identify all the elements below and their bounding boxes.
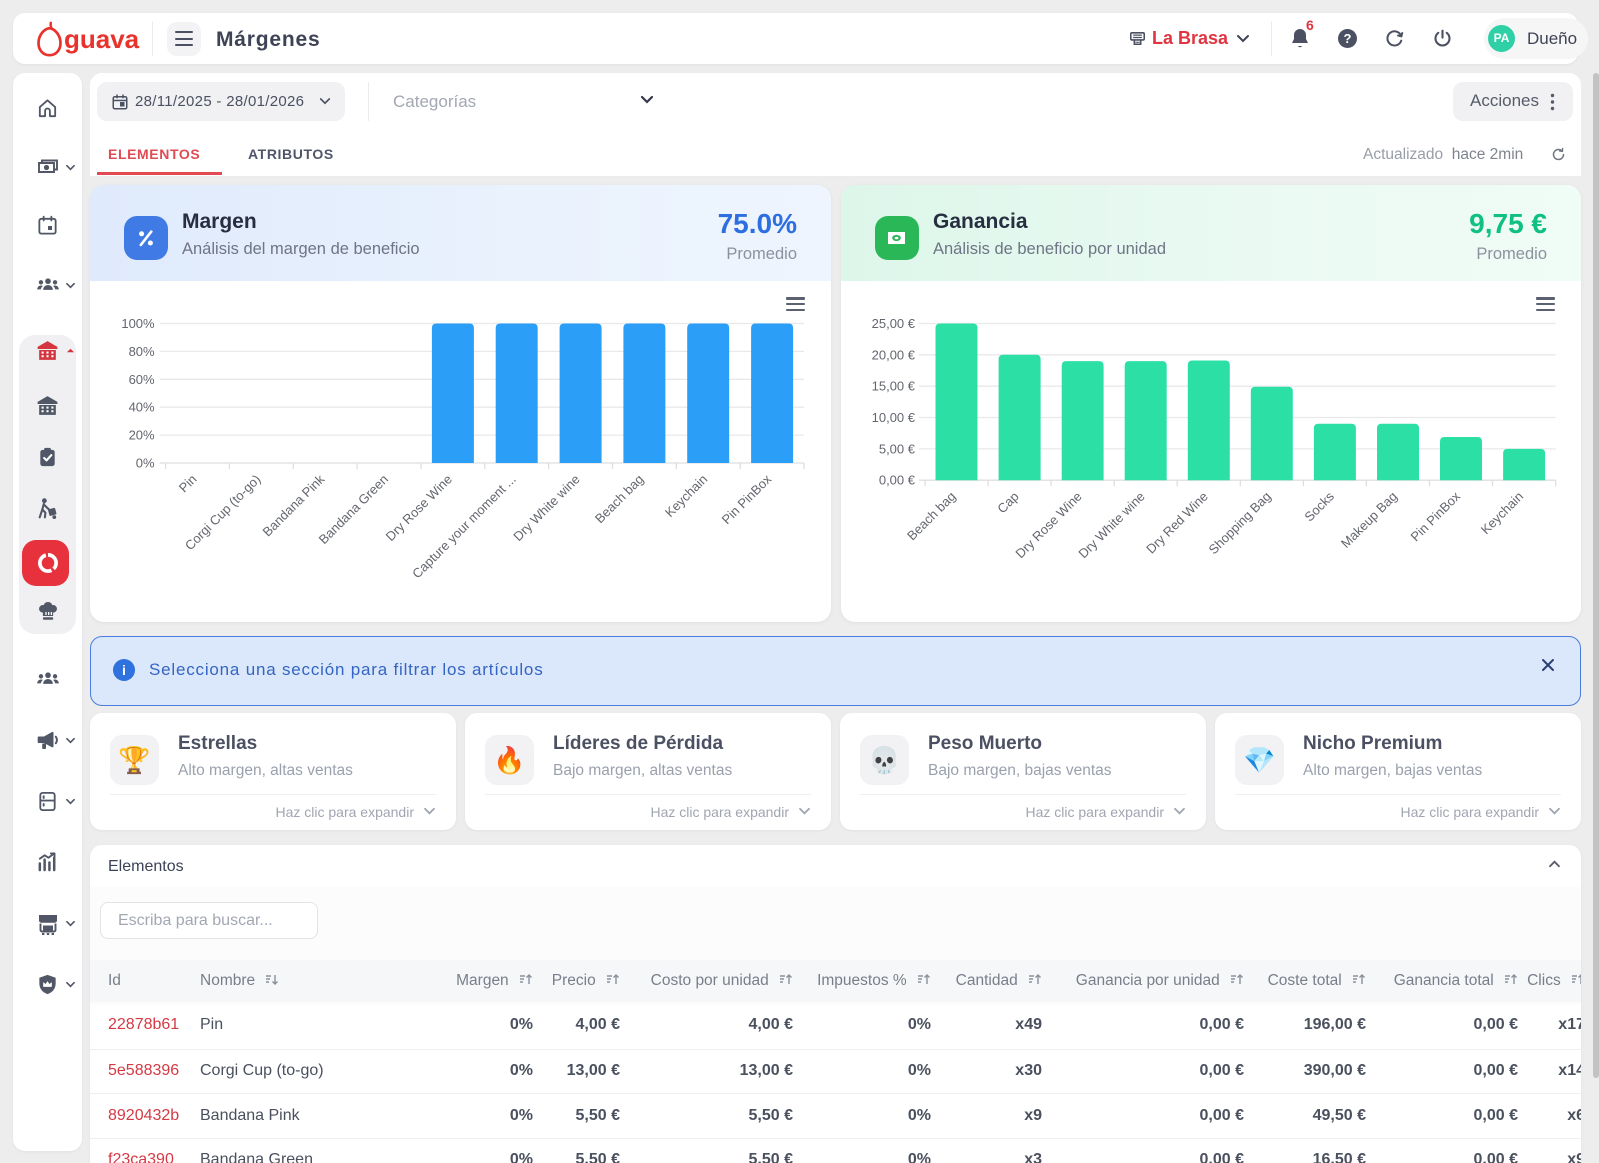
- svg-text:Bandana Green: Bandana Green: [316, 472, 392, 548]
- svg-text:Keychain: Keychain: [662, 472, 710, 520]
- svg-text:25,00 €: 25,00 €: [872, 316, 916, 331]
- svg-text:Keychain: Keychain: [1478, 489, 1526, 537]
- svg-text:Dry Rose Wine: Dry Rose Wine: [1012, 489, 1084, 561]
- svg-text:Makeup Bag: Makeup Bag: [1338, 489, 1400, 551]
- svg-text:Pin: Pin: [176, 472, 200, 496]
- svg-text:Cap: Cap: [994, 489, 1021, 516]
- svg-text:Dry White wine: Dry White wine: [510, 472, 582, 544]
- svg-text:0,00 €: 0,00 €: [879, 473, 916, 488]
- svg-text:Pin PinBox: Pin PinBox: [1408, 488, 1464, 544]
- svg-text:Dry White wine: Dry White wine: [1075, 489, 1147, 561]
- svg-text:60%: 60%: [129, 372, 155, 387]
- svg-text:Shopping Bag: Shopping Bag: [1206, 489, 1274, 557]
- svg-text:Capture your moment ...: Capture your moment ...: [409, 472, 519, 582]
- svg-text:100%: 100%: [121, 316, 155, 331]
- svg-text:Dry Rose Wine: Dry Rose Wine: [383, 472, 455, 544]
- svg-text:0%: 0%: [136, 456, 155, 471]
- svg-text:Pin PinBox: Pin PinBox: [719, 471, 775, 527]
- svg-text:40%: 40%: [129, 400, 155, 415]
- svg-text:80%: 80%: [129, 344, 155, 359]
- svg-text:Dry Red Wine: Dry Red Wine: [1143, 489, 1211, 557]
- svg-text:20%: 20%: [129, 428, 155, 443]
- svg-text:Beach bag: Beach bag: [904, 489, 959, 544]
- svg-text:Socks: Socks: [1301, 488, 1337, 524]
- svg-text:5,00 €: 5,00 €: [879, 441, 916, 456]
- svg-text:15,00 €: 15,00 €: [872, 379, 916, 394]
- svg-text:Bandana Pink: Bandana Pink: [259, 471, 327, 539]
- svg-text:Beach bag: Beach bag: [592, 472, 647, 527]
- svg-text:20,00 €: 20,00 €: [872, 347, 916, 362]
- svg-text:10,00 €: 10,00 €: [872, 410, 916, 425]
